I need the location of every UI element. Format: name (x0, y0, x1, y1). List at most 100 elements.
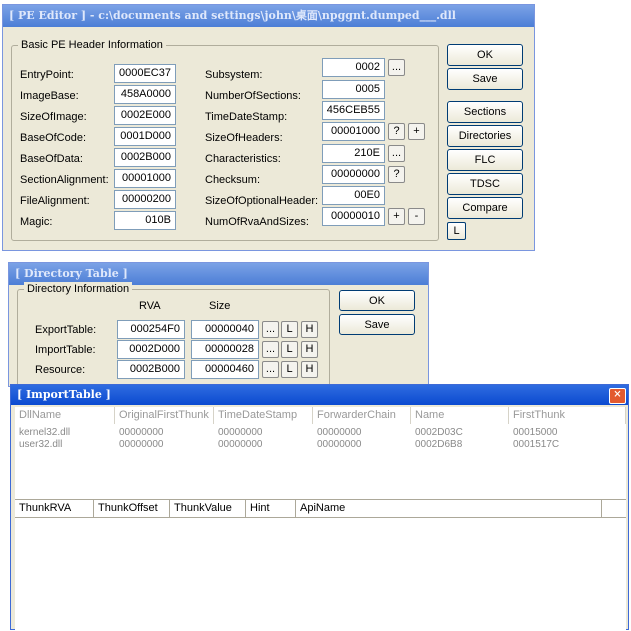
sizeofheaders-plus-button[interactable]: + (408, 123, 425, 140)
sizeofheaders-field[interactable]: 00001000 (322, 122, 385, 141)
resource-dots-button[interactable]: ... (262, 361, 279, 378)
row2-dllname: user32.dll (19, 439, 63, 450)
directory-save-button[interactable]: Save (339, 314, 415, 335)
col-thunkrva[interactable]: ThunkRVA (15, 500, 94, 517)
row2-forwarderchain: 00000000 (317, 439, 362, 450)
flc-button[interactable]: FLC (447, 149, 523, 171)
directories-button[interactable]: Directories (447, 125, 523, 147)
directory-info-legend: Directory Information (24, 282, 133, 296)
subsystem-field[interactable]: 0002 (322, 58, 385, 77)
sizeofheaders-label: SizeOfHeaders: (205, 132, 283, 144)
imagebase-field[interactable]: 458A0000 (114, 85, 176, 104)
subsystem-dots-button[interactable]: ... (388, 59, 405, 76)
filealignment-field[interactable]: 00000200 (114, 190, 176, 209)
magic-label: Magic: (20, 216, 53, 228)
importtable-size-field[interactable]: 00000028 (191, 340, 259, 359)
col-timedatestamp[interactable]: TimeDateStamp (214, 407, 313, 424)
basic-pe-header-legend: Basic PE Header Information (18, 38, 166, 52)
importtable-dots-button[interactable]: ... (262, 341, 279, 358)
sections-button[interactable]: Sections (447, 101, 523, 123)
l-button[interactable]: L (447, 222, 466, 240)
table-row[interactable]: kernel32.dll 00000000 00000000 00000000 … (15, 427, 626, 439)
importtable-label: ImportTable: (35, 344, 96, 356)
checksum-field[interactable]: 00000000 (322, 165, 385, 184)
rva-column-header: RVA (139, 300, 161, 312)
row2-name: 0002D6B8 (415, 439, 463, 450)
numberofsections-field[interactable]: 0005 (322, 80, 385, 99)
characteristics-label: Characteristics: (205, 153, 281, 165)
exporttable-dots-button[interactable]: ... (262, 321, 279, 338)
row1-firstthunk: 00015000 (513, 427, 558, 438)
characteristics-dots-button[interactable]: ... (388, 145, 405, 162)
sectionalignment-field[interactable]: 00001000 (114, 169, 176, 188)
imagebase-label: ImageBase: (20, 90, 79, 102)
pe-editor-title[interactable]: [ PE Editor ] - c:\documents and setting… (3, 5, 534, 27)
directory-ok-button[interactable]: OK (339, 290, 415, 311)
subsystem-label: Subsystem: (205, 69, 263, 81)
col-apiname[interactable]: ApiName (296, 500, 602, 517)
timedatestamp-label: TimeDateStamp: (205, 111, 288, 123)
size-column-header: Size (209, 300, 231, 312)
entrypoint-label: EntryPoint: (20, 69, 74, 81)
col-dllname[interactable]: DllName (15, 407, 115, 424)
magic-field[interactable]: 010B (114, 211, 176, 230)
col-originalfirstthunk[interactable]: OriginalFirstThunk (115, 407, 214, 424)
checksum-question-button[interactable]: ? (388, 166, 405, 183)
directory-table-window: [ Directory Table ] Directory Informatio… (8, 262, 429, 389)
sizeofoptionalheader-label: SizeOfOptionalHeader: (205, 195, 319, 207)
col-thunkvalue[interactable]: ThunkValue (170, 500, 246, 517)
baseofdata-label: BaseOfData: (20, 153, 83, 165)
row2-originalfirstthunk: 00000000 (119, 439, 164, 450)
numofrvaandsizes-field[interactable]: 00000010 (322, 207, 385, 226)
ok-button[interactable]: OK (447, 44, 523, 66)
col-hint[interactable]: Hint (246, 500, 296, 517)
thunk-list[interactable]: ThunkRVA ThunkOffset ThunkValue Hint Api… (15, 499, 626, 631)
close-icon[interactable]: × (609, 388, 626, 404)
baseofcode-field[interactable]: 0001D000 (114, 127, 176, 146)
tdsc-button[interactable]: TDSC (447, 173, 523, 195)
baseofdata-field[interactable]: 0002B000 (114, 148, 176, 167)
col-firstthunk[interactable]: FirstThunk (509, 407, 626, 424)
sizeofheaders-question-button[interactable]: ? (388, 123, 405, 140)
resource-rva-field[interactable]: 0002B000 (117, 360, 185, 379)
import-table-window: [ ImportTable ] × DllName OriginalFirstT… (10, 384, 629, 631)
resource-label: Resource: (35, 364, 86, 376)
exporttable-size-field[interactable]: 00000040 (191, 320, 259, 339)
row1-timedatestamp: 00000000 (218, 427, 263, 438)
thunk-header-divider (15, 517, 626, 518)
pe-editor-window: [ PE Editor ] - c:\documents and setting… (2, 4, 535, 251)
numofrvaandsizes-plus-button[interactable]: + (388, 208, 405, 225)
row1-forwarderchain: 00000000 (317, 427, 362, 438)
compare-button[interactable]: Compare (447, 197, 523, 219)
row2-firstthunk: 0001517C (513, 439, 560, 450)
filealignment-label: FileAlignment: (20, 195, 90, 207)
importtable-l-button[interactable]: L (281, 341, 298, 358)
checksum-label: Checksum: (205, 174, 261, 186)
resource-size-field[interactable]: 00000460 (191, 360, 259, 379)
exporttable-rva-field[interactable]: 000254F0 (117, 320, 185, 339)
import-table-title[interactable]: [ ImportTable ] × (11, 385, 628, 405)
col-forwarderchain[interactable]: ForwarderChain (313, 407, 411, 424)
entrypoint-field[interactable]: 0000EC37 (114, 64, 176, 83)
row1-originalfirstthunk: 00000000 (119, 427, 164, 438)
timedatestamp-field[interactable]: 456CEB55 (322, 101, 385, 120)
table-row[interactable]: user32.dll 00000000 00000000 00000000 00… (15, 439, 626, 451)
importtable-rva-field[interactable]: 0002D000 (117, 340, 185, 359)
row2-timedatestamp: 00000000 (218, 439, 263, 450)
sizeofimage-field[interactable]: 0002E000 (114, 106, 176, 125)
sizeofimage-label: SizeOfImage: (20, 111, 87, 123)
resource-h-button[interactable]: H (301, 361, 318, 378)
exporttable-l-button[interactable]: L (281, 321, 298, 338)
row1-dllname: kernel32.dll (19, 427, 71, 438)
col-name[interactable]: Name (411, 407, 509, 424)
baseofcode-label: BaseOfCode: (20, 132, 87, 144)
sizeofoptionalheader-field[interactable]: 00E0 (322, 186, 385, 205)
save-button[interactable]: Save (447, 68, 523, 90)
exporttable-h-button[interactable]: H (301, 321, 318, 338)
characteristics-field[interactable]: 210E (322, 144, 385, 163)
importtable-h-button[interactable]: H (301, 341, 318, 358)
resource-l-button[interactable]: L (281, 361, 298, 378)
col-thunkoffset[interactable]: ThunkOffset (94, 500, 170, 517)
numofrvaandsizes-minus-button[interactable]: - (408, 208, 425, 225)
sectionalignment-label: SectionAlignment: (20, 174, 109, 186)
